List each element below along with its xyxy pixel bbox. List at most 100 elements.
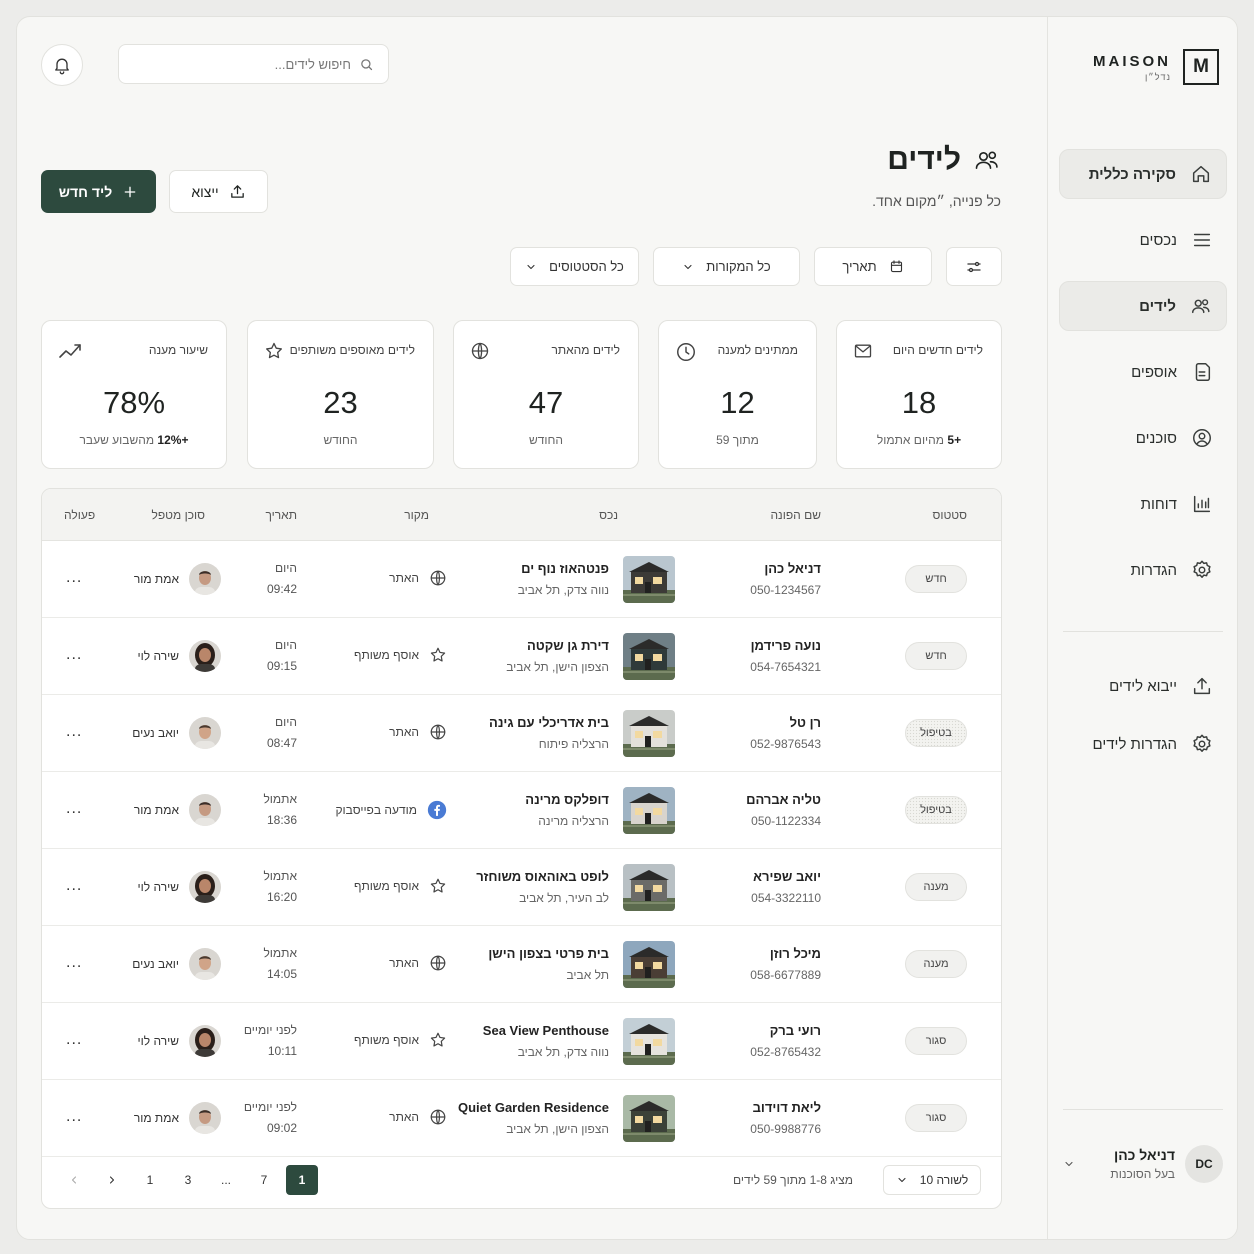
advanced-filter-button[interactable] (946, 247, 1002, 286)
table-row[interactable]: בטיפול טליה אברהם 050-1122334 דופלקס מרינה ה… (42, 772, 1001, 849)
stat-value: 78% (102, 385, 166, 420)
rows-per-page-select[interactable]: 10 לשורה (883, 1165, 981, 1195)
row-actions-button[interactable]: ... (66, 954, 82, 972)
sidebar-item-leads[interactable]: לידים (1059, 281, 1227, 331)
property-name[interactable]: דירת גן שקטה (506, 638, 609, 653)
date-filter[interactable]: תאריך (814, 247, 932, 286)
export-button[interactable]: ייצוא (169, 170, 268, 213)
globe-icon (429, 954, 447, 972)
date-label: היום (275, 638, 297, 652)
sidebar-item-overview[interactable]: סקירה כללית (1059, 149, 1227, 199)
stat-card-website-leads: לידים מהאתר 47 החודש (453, 320, 639, 469)
agent-cell: שירה לוי (138, 640, 221, 672)
sidebar-item-import-leads[interactable]: ייבוא לידים (1059, 661, 1227, 711)
date-cell: אתמול 16:20 (263, 869, 297, 904)
sidebar-item-reports[interactable]: דוחות (1059, 479, 1227, 529)
property-thumbnail (623, 941, 675, 988)
rows-per-page-label: 10 לשורה (919, 1173, 969, 1187)
property-name[interactable]: Quiet Garden Residence (458, 1100, 609, 1115)
column-header-agent[interactable]: סוכן מטפל (152, 508, 206, 522)
pagination-page[interactable]: 7 (248, 1165, 280, 1195)
stat-footnote: החודש (323, 433, 358, 447)
source-label: אוסף משותף (354, 879, 419, 893)
date-cell: אתמול 14:05 (263, 946, 297, 981)
sidebar-item-lead-settings[interactable]: הגדרות לידים (1059, 719, 1227, 769)
lead-name[interactable]: רועי ברק (750, 1023, 821, 1038)
row-actions-button[interactable]: ... (66, 877, 82, 895)
source-cell: אוסף משותף (354, 646, 447, 664)
table-row[interactable]: חדש דניאל כהן 050-1234567 פנטהאוז נוף ים נוו… (42, 541, 1001, 618)
new-lead-button[interactable]: ליד חדש (41, 170, 156, 213)
lead-name-cell: מיכל רוזן 058-6677889 (750, 946, 821, 982)
column-header-date[interactable]: תאריך (265, 508, 297, 522)
time-label: 16:20 (266, 890, 297, 904)
search-box (118, 44, 389, 84)
table-row[interactable]: מענה מיכל רוזן 058-6677889 בית פרטי בצפון ה… (42, 926, 1001, 1003)
lead-name[interactable]: יואב שפירא (751, 869, 821, 884)
notifications-button[interactable] (41, 44, 83, 86)
table-row[interactable]: חדש נועה פרידמן 054-7654321 דירת גן שקטה הצפ… (42, 618, 1001, 695)
upload-icon (1191, 675, 1213, 697)
sidebar-item-label: ייבוא לידים (1109, 677, 1177, 695)
property-name[interactable]: Sea View Penthouse (483, 1023, 609, 1038)
column-header-name[interactable]: שם הפונה (770, 508, 821, 522)
column-header-property[interactable]: נכס (599, 508, 618, 522)
property-name[interactable]: פנטהאוז נוף ים (518, 561, 609, 576)
row-actions-button[interactable]: ... (66, 1108, 82, 1126)
column-header-source[interactable]: מקור (404, 508, 429, 522)
property-name[interactable]: דופלקס מרינה (525, 792, 609, 807)
lead-name[interactable]: מיכל רוזן (750, 946, 821, 961)
table-row[interactable]: מענה יואב שפירא 054-3322110 לופט באוהאוס מש… (42, 849, 1001, 926)
sidebar-item-properties[interactable]: נכסים (1059, 215, 1227, 265)
search-input[interactable] (151, 56, 351, 72)
pagination-page-current[interactable]: 1 (286, 1165, 318, 1195)
pagination-range: מציג 1-8 מתוך 59 לידים (733, 1173, 853, 1187)
brand-name: MAISON (1093, 52, 1171, 70)
agent-name: אמת מור (133, 1111, 179, 1125)
page-title-text: לידים (887, 143, 961, 176)
star-icon (429, 646, 447, 664)
lead-name[interactable]: רן טל (750, 715, 821, 730)
lead-name[interactable]: ליאת דוידוב (750, 1100, 821, 1115)
property-name[interactable]: בית פרטי בצפון הישן (488, 946, 609, 961)
pagination-page[interactable]: 1 (134, 1165, 166, 1195)
source-label: אוסף משותף (354, 648, 419, 662)
sidebar-item-settings[interactable]: הגדרות (1059, 545, 1227, 595)
pagination-next-button[interactable] (96, 1165, 128, 1195)
date-label: אתמול (263, 946, 297, 960)
lead-name[interactable]: נועה פרידמן (750, 638, 821, 653)
sliders-icon (965, 258, 983, 276)
table-row[interactable]: סגור רועי ברק 052-8765432 Sea View Penthous… (42, 1003, 1001, 1080)
stat-footnote: מהיום אתמול (876, 433, 945, 447)
documents-icon (1191, 361, 1213, 383)
row-actions-button[interactable]: ... (66, 723, 82, 741)
sidebar-item-collections[interactable]: אוספים (1059, 347, 1227, 397)
sidebar-item-agents[interactable]: סוכנים (1059, 413, 1227, 463)
brand-logo[interactable]: MAISON נדל״ן M (1093, 49, 1219, 85)
sidebar-divider (1063, 631, 1223, 632)
agent-name: אמת מור (133, 572, 179, 586)
row-actions-button[interactable]: ... (66, 569, 82, 587)
table-row[interactable]: בטיפול רן טל 052-9876543 בית אדריכלי עם גינ… (42, 695, 1001, 772)
table-row[interactable]: סגור ליאת דוידוב 050-9988776 Quiet Garden R… (42, 1080, 1001, 1157)
lead-name[interactable]: טליה אברהם (746, 792, 821, 807)
lead-name[interactable]: דניאל כהן (750, 561, 821, 576)
globe-icon (429, 723, 447, 741)
status-badge: סגור (905, 1027, 967, 1055)
sidebar-item-label: לידים (1139, 297, 1176, 315)
property-thumbnail (623, 710, 675, 757)
row-actions-button[interactable]: ... (66, 800, 82, 818)
property-name[interactable]: לופט באוהאוס משוחזר (476, 869, 609, 884)
source-filter[interactable]: כל המקורות (653, 247, 800, 286)
agent-cell: אמת מור (134, 1102, 221, 1134)
column-header-status[interactable]: סטטוס (932, 508, 967, 522)
pagination-page[interactable]: 3 (172, 1165, 204, 1195)
page-subtitle: כל פנייה, ״מקום אחד. (872, 193, 1001, 209)
pagination-prev-button[interactable] (58, 1165, 90, 1195)
user-menu[interactable]: דניאל כהן בעל הסוכנות DC (1063, 1145, 1223, 1183)
status-filter[interactable]: כל הסטטוסים (510, 247, 639, 286)
property-location: לב העיר, תל אביב (519, 891, 609, 905)
row-actions-button[interactable]: ... (66, 646, 82, 664)
property-name[interactable]: בית אדריכלי עם גינה (489, 715, 609, 730)
row-actions-button[interactable]: ... (66, 1031, 82, 1049)
